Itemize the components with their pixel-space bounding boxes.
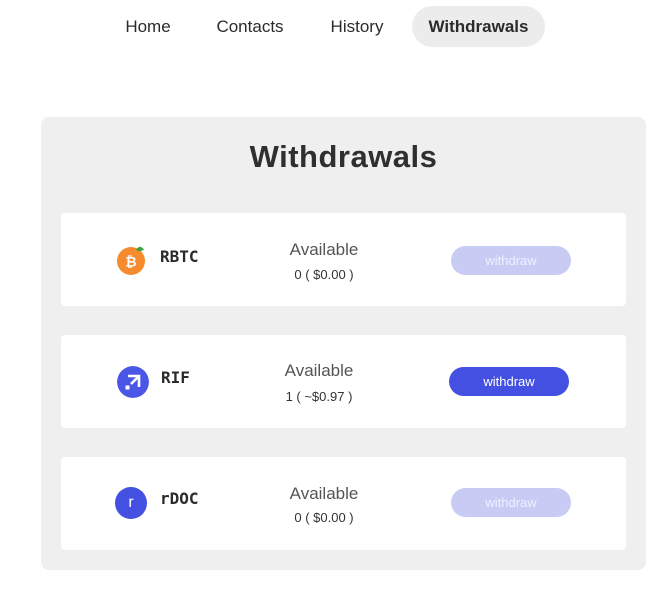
withdrawals-panel: Withdrawals ₿ RBTC Available 0 ( $0.00 )…: [41, 117, 646, 570]
available-value: 0 ( $0.00 ): [294, 267, 354, 282]
bitcoin-orange-icon: ₿: [117, 246, 146, 275]
token-card-rdoc: r rDOC Available 0 ( $0.00 ) withdraw: [61, 457, 626, 550]
withdraw-button-rif[interactable]: withdraw: [449, 367, 569, 396]
token-card-rif: RIF Available 1 ( ~$0.97 ) withdraw: [61, 335, 626, 428]
withdraw-button-rbtc[interactable]: withdraw: [451, 246, 571, 275]
withdraw-button-rdoc[interactable]: withdraw: [451, 488, 571, 517]
token-symbol: rDOC: [160, 489, 199, 508]
available-label: Available: [289, 484, 359, 503]
nav-contacts[interactable]: Contacts: [200, 6, 300, 47]
rdoc-letter-icon: r: [115, 487, 147, 519]
token-symbol: RIF: [161, 368, 190, 387]
available-value: 0 ( $0.00 ): [294, 510, 354, 525]
rif-arrow-icon: [117, 366, 149, 398]
nav-home[interactable]: Home: [112, 6, 184, 47]
token-symbol: RBTC: [160, 247, 199, 266]
nav-history[interactable]: History: [314, 6, 400, 47]
available-label: Available: [284, 361, 354, 380]
token-card-rbtc: ₿ RBTC Available 0 ( $0.00 ) withdraw: [61, 213, 626, 306]
panel-title: Withdrawals: [249, 139, 438, 174]
available-value: 1 ( ~$0.97 ): [285, 389, 353, 404]
svg-text:₿: ₿: [125, 255, 136, 271]
nav-withdrawals[interactable]: Withdrawals: [412, 6, 545, 47]
top-nav: Home Contacts History Withdrawals: [0, 6, 667, 48]
available-label: Available: [289, 240, 359, 259]
